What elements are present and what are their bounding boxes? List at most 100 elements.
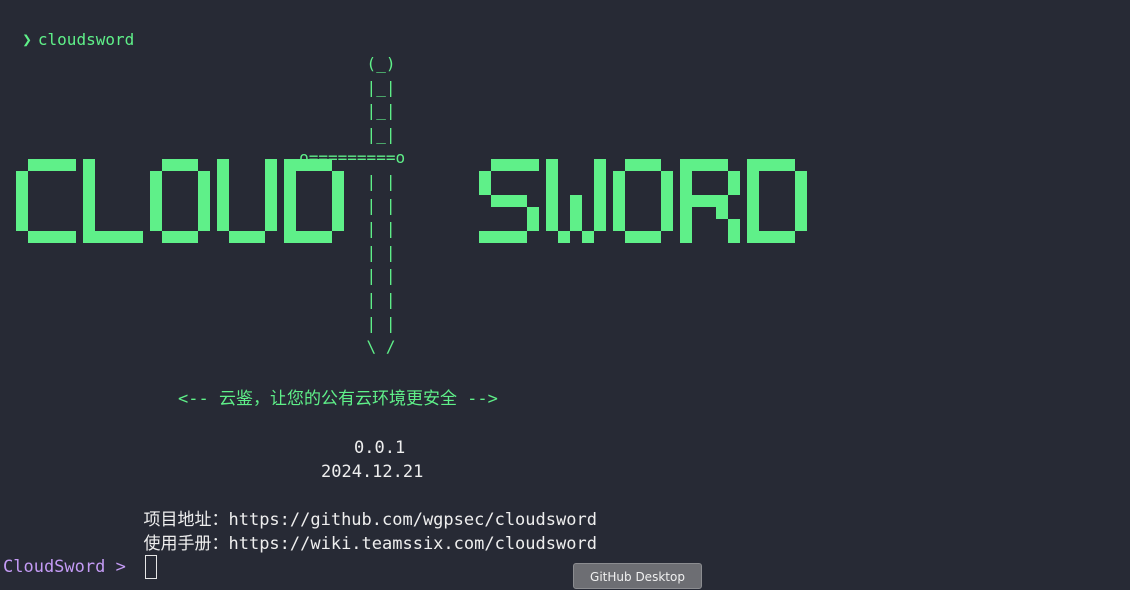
banner-sword — [479, 159, 814, 243]
banner-letter-u — [217, 159, 277, 243]
banner-pixel — [162, 231, 174, 243]
banner-pixel — [229, 231, 241, 243]
banner-pixel — [582, 231, 594, 243]
banner-pixel — [16, 171, 28, 183]
banner-pixel — [704, 195, 716, 207]
banner-pixel — [594, 183, 606, 195]
banner-pixel — [150, 171, 162, 183]
banner-cloud — [16, 159, 351, 243]
prompt-chevron-icon: ❯ — [22, 30, 32, 49]
banner-pixel — [16, 183, 28, 195]
banner-pixel — [83, 207, 95, 219]
banner-pixel — [16, 195, 28, 207]
banner-pixel — [515, 159, 527, 171]
banner-pixel — [284, 159, 296, 171]
banner-pixel — [296, 231, 308, 243]
banner-pixel — [613, 207, 625, 219]
banner-pixel — [28, 159, 40, 171]
banner-pixel — [332, 195, 344, 207]
banner-pixel — [265, 195, 277, 207]
banner-letter-c — [16, 159, 76, 243]
banner-pixel — [150, 219, 162, 231]
banner-pixel — [728, 183, 740, 195]
banner-pixel — [64, 159, 76, 171]
command-line: ❯ cloudsword — [3, 4, 134, 52]
banner-pixel — [795, 171, 807, 183]
manual-url-line: 使用手册：https://wiki.teamssix.com/cloudswor… — [123, 508, 596, 556]
banner-pixel — [198, 171, 210, 183]
banner-pixel — [747, 207, 759, 219]
terminal-input-cursor[interactable] — [145, 555, 157, 579]
banner-pixel — [296, 159, 308, 171]
banner-pixel — [716, 207, 728, 219]
banner-pixel — [594, 159, 606, 171]
banner-pixel — [217, 171, 229, 183]
banner-pixel — [83, 231, 95, 243]
banner-pixel — [649, 159, 661, 171]
release-date-text: 2024.12.21 — [321, 462, 424, 482]
banner-pixel — [515, 231, 527, 243]
banner-pixel — [625, 159, 637, 171]
banner-pixel — [265, 159, 277, 171]
banner-pixel — [174, 159, 186, 171]
banner-pixel — [83, 183, 95, 195]
banner-pixel — [320, 159, 332, 171]
banner-pixel — [613, 219, 625, 231]
github-desktop-tooltip: GitHub Desktop — [573, 563, 702, 589]
banner-pixel — [637, 159, 649, 171]
banner-pixel — [265, 171, 277, 183]
banner-pixel — [692, 159, 704, 171]
banner-pixel — [680, 183, 692, 195]
banner-pixel — [728, 219, 740, 231]
banner-pixel — [661, 183, 673, 195]
banner-pixel — [284, 219, 296, 231]
banner-pixel — [680, 171, 692, 183]
banner-pixel — [83, 195, 95, 207]
banner-pixel — [747, 219, 759, 231]
banner-pixel — [795, 195, 807, 207]
banner-pixel — [332, 207, 344, 219]
banner-pixel — [479, 171, 491, 183]
banner-pixel — [320, 231, 332, 243]
banner-pixel — [570, 219, 582, 231]
version-text: 0.0.1 — [354, 438, 406, 458]
banner-pixel — [728, 171, 740, 183]
banner-pixel — [198, 183, 210, 195]
banner-pixel — [284, 231, 296, 243]
banner-pixel — [515, 195, 527, 207]
banner-pixel — [119, 231, 131, 243]
banner-pixel — [649, 231, 661, 243]
banner-letter-o — [150, 159, 210, 243]
banner-pixel — [503, 231, 515, 243]
banner-pixel — [728, 231, 740, 243]
banner-pixel — [241, 231, 253, 243]
banner-pixel — [332, 171, 344, 183]
banner-pixel — [747, 183, 759, 195]
banner-pixel — [64, 231, 76, 243]
cloudsword-prompt: CloudSword > — [3, 557, 126, 577]
banner-pixel — [570, 195, 582, 207]
banner-pixel — [771, 159, 783, 171]
banner-letter-w — [546, 159, 606, 243]
banner-pixel — [265, 183, 277, 195]
banner-pixel — [570, 207, 582, 219]
banner-pixel — [265, 219, 277, 231]
banner-pixel — [503, 159, 515, 171]
banner-pixel — [759, 231, 771, 243]
banner-pixel — [217, 183, 229, 195]
banner-pixel — [107, 231, 119, 243]
banner-pixel — [332, 219, 344, 231]
manual-url-link[interactable]: https://wiki.teamssix.com/cloudsword — [228, 534, 596, 554]
banner-pixel — [40, 159, 52, 171]
banner-letter-l — [83, 159, 143, 243]
banner-pixel — [594, 219, 606, 231]
banner-pixel — [491, 195, 503, 207]
banner-pixel — [150, 183, 162, 195]
banner-pixel — [217, 159, 229, 171]
banner-pixel — [546, 159, 558, 171]
banner-pixel — [546, 183, 558, 195]
banner-pixel — [174, 231, 186, 243]
banner-pixel — [95, 231, 107, 243]
banner-pixel — [546, 207, 558, 219]
banner-pixel — [546, 195, 558, 207]
